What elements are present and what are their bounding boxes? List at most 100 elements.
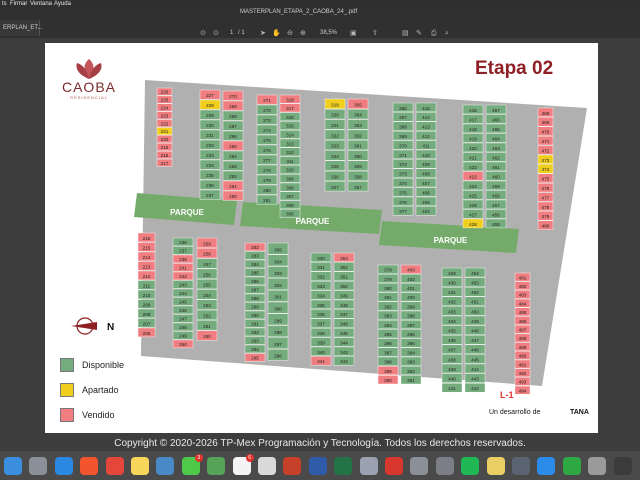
calendar-icon[interactable]: 6 <box>232 454 254 475</box>
lot-label-417: 417 <box>469 117 477 122</box>
reminders-icon[interactable] <box>258 457 276 475</box>
developer-credit: Un desarrollo de <box>489 409 541 416</box>
messages-icon[interactable]: 3 <box>181 454 203 475</box>
lot-label-371: 371 <box>399 153 407 158</box>
lot-label-246: 246 <box>179 308 187 313</box>
lot-label-256: 256 <box>203 272 211 277</box>
tab-left[interactable]: ERPLAN_ET... <box>0 20 42 36</box>
menu-item-ventana[interactable]: Ventana <box>30 0 52 8</box>
lot-label-415: 415 <box>422 106 430 111</box>
lot-label-410: 410 <box>422 153 430 158</box>
lot-label-409: 409 <box>422 162 430 167</box>
powerpoint-icon[interactable] <box>283 457 302 475</box>
lot-label-320: 320 <box>331 113 339 118</box>
photos-icon[interactable] <box>156 457 175 475</box>
lot-label-342: 342 <box>340 359 348 364</box>
brave-icon[interactable] <box>80 457 99 475</box>
lot-label-432: 432 <box>448 300 456 305</box>
wifi-icon[interactable] <box>359 457 378 475</box>
legend-label-vendido: Vendido <box>82 410 115 420</box>
page-current[interactable]: 1 <box>230 30 233 36</box>
maps-icon[interactable] <box>207 457 226 475</box>
zoom-level[interactable]: 38,5% <box>320 30 337 36</box>
lot-label-249: 249 <box>179 334 187 339</box>
lot-label-350: 350 <box>340 284 348 289</box>
lot-label-274: 274 <box>263 128 271 133</box>
page-up-icon[interactable]: ⊙ <box>200 30 206 38</box>
pen-icon[interactable]: ✎ <box>416 30 422 38</box>
safari-icon[interactable] <box>54 457 73 475</box>
lot-label-367: 367 <box>399 115 407 120</box>
word-icon[interactable] <box>308 457 327 475</box>
lot-label-472: 472 <box>542 148 550 153</box>
launchpad-icon[interactable] <box>29 457 48 475</box>
facetime-icon[interactable] <box>562 457 581 475</box>
settings-icon[interactable] <box>435 457 454 475</box>
lot-label-313: 313 <box>286 141 294 146</box>
lot-label-248: 248 <box>179 325 187 330</box>
trash-icon[interactable] <box>588 457 607 475</box>
annotation-l1: L-1 <box>500 390 514 400</box>
lot-label-226: 226 <box>161 90 169 95</box>
select-tool-icon[interactable]: ➤ <box>260 30 266 38</box>
lot-label-278: 278 <box>263 168 271 173</box>
preview-icon[interactable] <box>410 457 429 475</box>
page-down-icon[interactable]: ⊙ <box>213 30 219 38</box>
lot-label-283: 283 <box>251 254 259 259</box>
appstore-icon[interactable] <box>537 457 556 475</box>
menu-item-ts[interactable]: ts <box>2 0 7 8</box>
lot-label-221: 221 <box>161 129 169 134</box>
lot-label-208: 208 <box>143 312 151 317</box>
lot-label-255: 255 <box>203 283 211 288</box>
lot-label-376: 376 <box>399 200 407 205</box>
lot-label-412: 412 <box>422 134 430 139</box>
lot-label-452: 452 <box>471 290 479 295</box>
lot-label-214: 214 <box>143 255 151 260</box>
lot-label-484: 484 <box>519 301 527 306</box>
print-icon[interactable]: ⎙ <box>431 30 437 38</box>
hand-tool-icon[interactable]: ✋ <box>272 30 281 38</box>
menu-item-firmar[interactable]: Firmar <box>10 0 27 8</box>
lot-label-382: 382 <box>384 304 392 309</box>
finder-icon[interactable] <box>4 457 22 475</box>
extra-icon[interactable] <box>613 457 632 475</box>
lot-label-296: 296 <box>274 354 282 359</box>
lot-label-449: 449 <box>471 319 479 324</box>
excel-icon[interactable] <box>334 457 353 475</box>
lot-label-265: 265 <box>229 144 237 149</box>
pdf-icon[interactable]: ▤ <box>402 30 409 38</box>
lot-label-302: 302 <box>274 283 282 288</box>
spotify-icon[interactable] <box>461 457 480 475</box>
lot-label-258: 258 <box>203 252 211 257</box>
lot-label-273: 273 <box>263 118 271 123</box>
lot-label-326: 326 <box>331 175 339 180</box>
lot-label-327: 327 <box>331 185 339 190</box>
lot-label-236: 236 <box>206 183 214 188</box>
fit-page-icon[interactable]: ▣ <box>350 30 357 38</box>
lot-label-447: 447 <box>471 338 479 343</box>
lot-label-319: 319 <box>331 102 339 107</box>
lot-label-418: 418 <box>469 127 477 132</box>
lot-label-338: 338 <box>317 331 325 336</box>
zoom-out-icon[interactable]: ⊖ <box>287 30 293 38</box>
lot-label-456: 456 <box>492 212 500 217</box>
lot-label-411: 411 <box>422 143 430 148</box>
lot-label-254: 254 <box>203 293 211 298</box>
lot-label-404: 404 <box>422 209 430 214</box>
lot-label-384: 384 <box>384 323 392 328</box>
lot-label-316: 316 <box>286 115 294 120</box>
lot-label-455: 455 <box>492 222 500 227</box>
menu-item-ayuda[interactable]: Ayuda <box>54 0 71 8</box>
search-icon[interactable]: ⌕ <box>445 30 449 38</box>
screenshot-icon[interactable] <box>512 457 530 475</box>
lot-label-312: 312 <box>286 150 294 155</box>
lot-label-442: 442 <box>471 386 479 391</box>
acrobat-icon[interactable] <box>385 457 403 475</box>
share-icon[interactable]: ⇧ <box>372 30 378 38</box>
lot-label-218: 218 <box>161 153 169 158</box>
stickies-icon[interactable] <box>486 457 505 475</box>
zoom-in-icon[interactable]: ⊕ <box>300 30 306 38</box>
chrome-icon[interactable] <box>105 457 124 475</box>
lot-label-365: 365 <box>354 102 362 107</box>
notes-icon[interactable] <box>131 457 149 475</box>
